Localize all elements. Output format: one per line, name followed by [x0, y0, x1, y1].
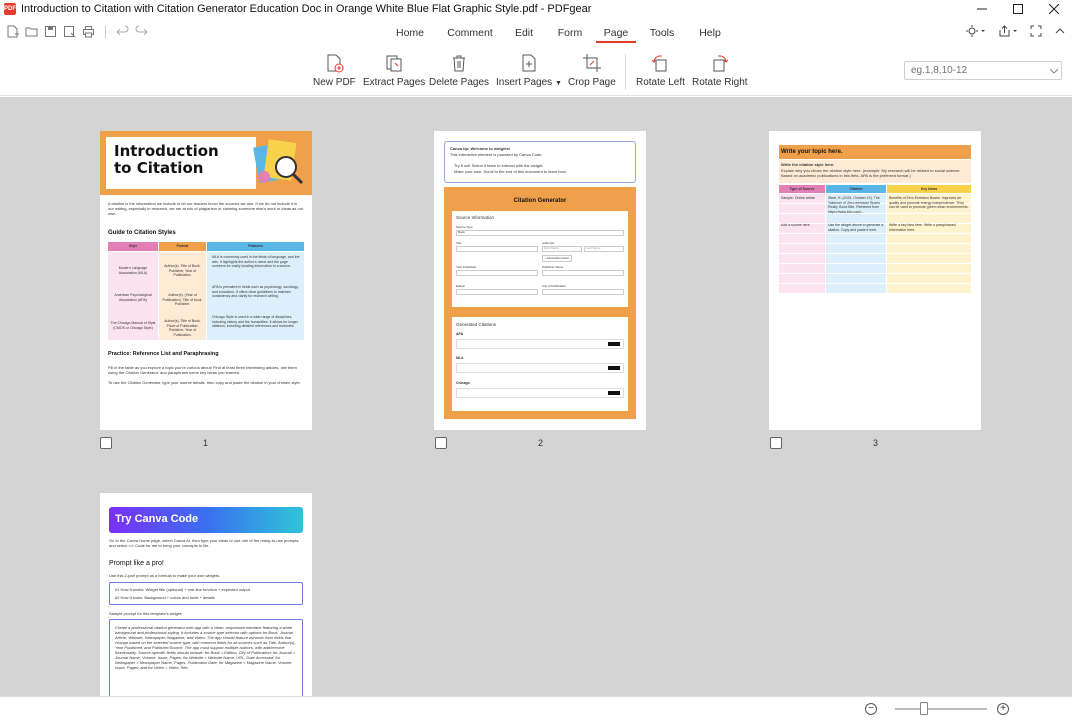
- maximize-icon: [1013, 4, 1023, 14]
- new-pdf-icon: [327, 54, 344, 73]
- page-toolbar: New PDF Extract Pages Delete Pages Inser…: [0, 48, 1072, 96]
- fullscreen-icon[interactable]: [1030, 25, 1042, 37]
- tab-comment[interactable]: Comment: [440, 25, 500, 43]
- page-select-checkbox-1[interactable]: [100, 437, 112, 449]
- decorative-book-icon: [253, 139, 304, 185]
- page-thumbnails-area[interactable]: Introduction to Citation A citation is t…: [0, 97, 1072, 696]
- quick-access-toolbar: [6, 25, 148, 38]
- page-thumbnail-3[interactable]: Write your topic here. Write the citatio…: [769, 131, 981, 430]
- insert-pages-icon: [522, 54, 536, 72]
- close-icon: [1049, 4, 1059, 14]
- page-thumbnail-2[interactable]: Canva tip: Welcome to widgets! This inte…: [434, 131, 646, 430]
- page-number-label: 1: [203, 438, 209, 448]
- print-icon[interactable]: [82, 25, 95, 38]
- trash-icon: [453, 55, 466, 72]
- redo-icon[interactable]: [135, 25, 148, 38]
- rotate-right-icon: [713, 55, 729, 72]
- extract-pages-icon: [386, 55, 402, 72]
- page-select-checkbox-3[interactable]: [770, 437, 782, 449]
- new-pdf-button[interactable]: New PDF: [313, 52, 356, 88]
- theme-icon[interactable]: [966, 25, 986, 37]
- page2-header: Citation Generator: [513, 198, 567, 204]
- minus-icon: −: [868, 703, 874, 714]
- tab-edit[interactable]: Edit: [504, 25, 544, 43]
- collapse-ribbon-icon[interactable]: [1054, 25, 1066, 37]
- tab-page[interactable]: Page: [596, 25, 636, 43]
- rotate-left-icon: [652, 55, 667, 72]
- page-thumbnail-1[interactable]: Introduction to Citation A citation is t…: [100, 131, 312, 430]
- rotate-left-button[interactable]: Rotate Left: [636, 52, 685, 88]
- plus-icon: +: [1000, 703, 1006, 714]
- page1-guide-heading: Guide to Citation Styles: [108, 230, 176, 236]
- save-as-icon[interactable]: [63, 25, 76, 38]
- menu-tabs: Home Comment Edit Form Page Tools Help: [384, 25, 730, 43]
- crop-icon: [582, 54, 601, 72]
- new-file-icon[interactable]: [6, 25, 19, 38]
- minimize-button[interactable]: [964, 0, 1000, 18]
- page1-practice-heading: Practice: Reference List and Paraphrasin…: [108, 351, 219, 357]
- page1-title-line1: Introduction: [114, 142, 219, 160]
- tab-tools[interactable]: Tools: [642, 25, 682, 43]
- page-thumbnail-4[interactable]: Try Canva Code Go to the Canva Home page…: [100, 493, 312, 696]
- page-number-label: 2: [538, 438, 544, 448]
- title-bar: PDF Introduction to Citation with Citati…: [0, 0, 1072, 18]
- share-icon[interactable]: [998, 25, 1018, 37]
- rotate-right-button[interactable]: Rotate Right: [692, 52, 748, 88]
- window-title: Introduction to Citation with Citation G…: [21, 3, 592, 15]
- zoom-in-button[interactable]: +: [997, 703, 1009, 715]
- maximize-button[interactable]: [1000, 0, 1036, 18]
- close-button[interactable]: [1036, 0, 1072, 18]
- zoom-slider-handle[interactable]: [920, 702, 928, 715]
- page3-header: Write your topic here.: [781, 149, 843, 155]
- menu-row: Home Comment Edit Form Page Tools Help: [0, 20, 1072, 46]
- page4-banner: Try Canva Code: [115, 513, 199, 525]
- zoom-slider-track[interactable]: [895, 708, 987, 710]
- tab-home[interactable]: Home: [384, 25, 436, 43]
- toolbar-divider: [105, 25, 106, 38]
- crop-page-button[interactable]: Crop Page: [568, 52, 616, 88]
- extract-pages-button[interactable]: Extract Pages: [363, 52, 425, 88]
- page1-intro-text: A citation is the information we include…: [108, 201, 304, 216]
- status-bar: − +: [0, 696, 1072, 720]
- save-icon[interactable]: [44, 25, 57, 38]
- pdfgear-logo-icon: PDF: [4, 3, 16, 15]
- delete-pages-button[interactable]: Delete Pages: [429, 52, 489, 88]
- window-controls: [964, 0, 1072, 18]
- minimize-icon: [977, 8, 987, 10]
- right-tools: [966, 25, 1066, 37]
- undo-icon[interactable]: [116, 25, 129, 38]
- insert-pages-button[interactable]: Insert Pages ▼: [496, 52, 562, 88]
- page-number-label: 3: [873, 438, 879, 448]
- page-select-checkbox-2[interactable]: [435, 437, 447, 449]
- open-folder-icon[interactable]: [25, 25, 38, 38]
- page-range-input[interactable]: [904, 61, 1062, 80]
- dropdown-arrow-icon: ▼: [554, 80, 562, 87]
- chevron-down-icon[interactable]: [1050, 68, 1058, 74]
- page1-title-line2: to Citation: [114, 159, 204, 177]
- zoom-out-button[interactable]: −: [865, 703, 877, 715]
- tab-form[interactable]: Form: [550, 25, 590, 43]
- tab-help[interactable]: Help: [690, 25, 730, 43]
- toolbar-divider: [625, 54, 626, 90]
